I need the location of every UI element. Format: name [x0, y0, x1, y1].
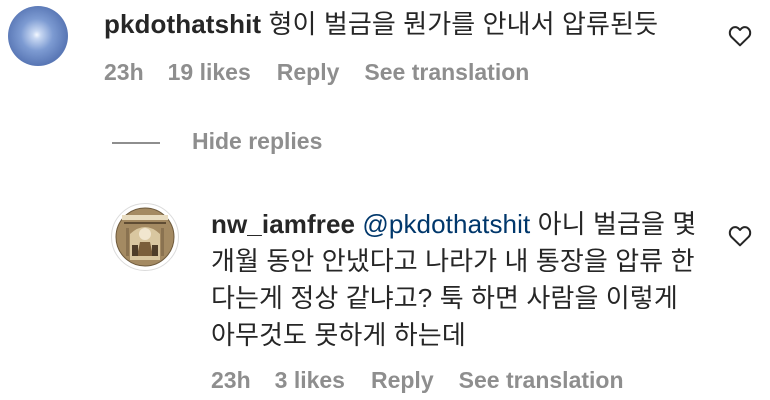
- comment-username[interactable]: nw_iamfree: [211, 209, 355, 239]
- comment-meta: 23h 19 likes Reply See translation: [104, 59, 529, 86]
- comment-body: nw_iamfree @pkdothatshit 아니 벌금을 몇개월 동안 안…: [211, 206, 701, 354]
- mention-link[interactable]: @pkdothatshit: [362, 209, 530, 239]
- avatar[interactable]: [8, 6, 68, 66]
- comment-body: pkdothatshit 형이 벌금을 뭔가를 안내서 압류된듯: [104, 6, 704, 43]
- heart-outline-icon[interactable]: [728, 225, 752, 247]
- poster-art-avatar-icon: [115, 207, 175, 267]
- see-translation-button[interactable]: See translation: [459, 367, 624, 394]
- comment-time[interactable]: 23h: [104, 59, 144, 86]
- reply-button[interactable]: Reply: [277, 59, 340, 86]
- hide-replies-button[interactable]: Hide replies: [192, 128, 322, 155]
- comments-thread: pkdothatshit 형이 벌금을 뭔가를 안내서 압류된듯 23h 19 …: [0, 0, 770, 400]
- comment-meta: 23h 3 likes Reply See translation: [211, 367, 624, 394]
- likes-count[interactable]: 19 likes: [168, 59, 251, 86]
- replies-divider: [112, 142, 160, 144]
- likes-count[interactable]: 3 likes: [275, 367, 345, 394]
- comment-username[interactable]: pkdothatshit: [104, 9, 261, 39]
- see-translation-button[interactable]: See translation: [364, 59, 529, 86]
- comment-text: 형이 벌금을 뭔가를 안내서 압류된듯: [268, 9, 659, 39]
- heart-outline-icon[interactable]: [728, 25, 752, 47]
- avatar[interactable]: [111, 203, 179, 271]
- comment-time[interactable]: 23h: [211, 367, 251, 394]
- reply-button[interactable]: Reply: [371, 367, 434, 394]
